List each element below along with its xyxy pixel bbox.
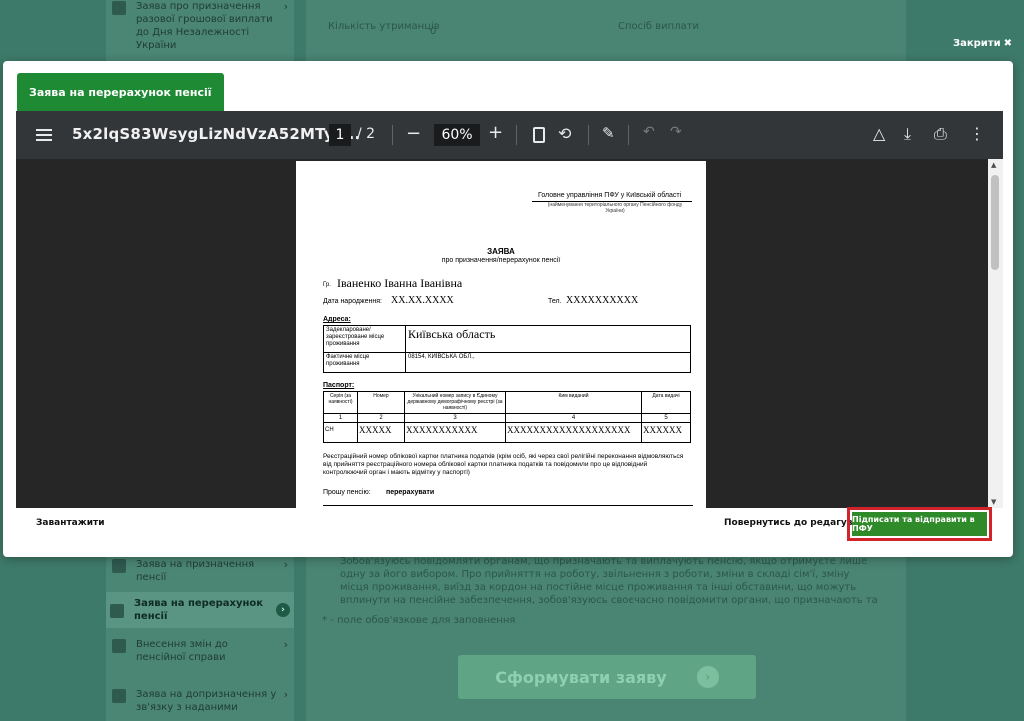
zoom-input[interactable]: 60% <box>434 124 480 146</box>
pdf-viewer: 5x2lqS83WsygLizNdVzA52MTyz... 1 / 2 − 60… <box>16 111 1003 508</box>
form-application-button[interactable]: Сформувати заяву › <box>458 655 756 699</box>
field-count-value: 0 <box>430 26 437 37</box>
toolbar-divider <box>516 125 517 145</box>
citizen-name: Іваненко Іванна Іванівна <box>337 276 463 290</box>
field-count-label: Кількість утриманців <box>328 21 440 32</box>
sidebar-item-additional-assignment[interactable]: Заява на допризначення у зв'язку з надан… <box>112 688 288 714</box>
tab-pension-recalculation[interactable]: Заява на перерахунок пенсії <box>17 73 224 111</box>
passport-table: Серія (за наявності) Номер Унікальний но… <box>323 391 691 443</box>
save-to-drive-icon[interactable]: △ <box>873 124 885 143</box>
sidebar-item-pension-recalculation[interactable]: Заява на перерахунок пенсії › <box>106 592 294 628</box>
viewer-scrollbar[interactable]: ▲ ▼ <box>988 159 1003 508</box>
table-row: СН XXXXX XXXXXXXXXXX XXXXXXXXXXXXXXXXXXX… <box>323 422 691 443</box>
file-name: 5x2lqS83WsygLizNdVzA52MTyz... <box>72 125 361 143</box>
chevron-right-icon: › <box>283 638 288 651</box>
field-method-label: Спосіб виплати <box>618 21 700 32</box>
print-icon[interactable]: ⎙ <box>934 124 947 144</box>
citizen-label: Гр. <box>323 282 331 288</box>
menu-icon[interactable] <box>36 125 52 145</box>
chevron-right-icon: › <box>283 0 288 13</box>
sidebar-item-independence-payment[interactable]: Заява про призначення разової грошової в… <box>112 0 288 52</box>
request-value: перерахувати <box>386 489 435 496</box>
draw-icon[interactable]: ✎ <box>602 124 615 142</box>
required-note: * - поле обов'язкове для заповнення <box>322 615 516 626</box>
address-table: Задекларoване/ зареєстроване місце прожи… <box>323 325 691 373</box>
document-icon <box>112 559 126 573</box>
zoom-in-icon[interactable]: + <box>488 122 503 143</box>
table-row: Задекларoване/ зареєстроване місце прожи… <box>323 325 691 353</box>
table-row: 1 2 3 4 5 <box>323 413 691 423</box>
dob-label: Дата народження: <box>323 298 382 305</box>
tel-value: XXXXXXXXXX <box>566 295 639 306</box>
sidebar-item-pension-assignment[interactable]: Заява на призначення пенсії › <box>112 558 288 584</box>
request-label: Прошу пенсію: <box>323 489 371 496</box>
chevron-right-icon: › <box>283 688 288 701</box>
tel-label: Тел. <box>548 298 562 305</box>
document-icon <box>110 603 124 618</box>
close-modal-button[interactable]: Закрити ✖ <box>953 38 1012 49</box>
pdf-preview-modal: Заява на перерахунок пенсії 5x2lqS83Wsyg… <box>3 61 1013 557</box>
document-title: ЗАЯВА <box>487 247 515 256</box>
undo-icon[interactable]: ↶ <box>643 124 655 140</box>
org-name: Головне управління ПФУ у Київській облас… <box>538 192 682 199</box>
toolbar-divider <box>588 125 589 145</box>
pdf-toolbar: 5x2lqS83WsygLizNdVzA52MTyz... 1 / 2 − 60… <box>16 111 1003 159</box>
rotate-icon[interactable]: ⟲ <box>558 124 571 143</box>
more-options-icon[interactable]: ⋮ <box>969 124 985 143</box>
sign-button-highlight: Підписати та відправити в ПФУ <box>847 507 992 541</box>
consent-text: Зобов'язуюсь повідомляти органам, що при… <box>340 556 878 606</box>
download-icon[interactable]: ⤓ <box>904 124 911 144</box>
toolbar-divider <box>392 125 393 145</box>
fit-page-icon[interactable] <box>533 127 545 143</box>
table-row: Серія (за наявності) Номер Унікальний но… <box>323 391 691 414</box>
sidebar-item-pension-changes[interactable]: Внесення змін до пенсійної справи › <box>112 638 288 664</box>
redo-icon[interactable]: ↷ <box>670 124 682 140</box>
page-total: / 2 <box>357 126 376 142</box>
chevron-right-icon: › <box>283 558 288 571</box>
arrow-right-icon: › <box>696 666 719 688</box>
close-icon: ✖ <box>1003 38 1012 49</box>
download-link[interactable]: Завантажити <box>36 518 105 528</box>
toolbar-divider <box>628 125 629 145</box>
org-subtitle: (найменування територіального органу Пен… <box>547 202 683 214</box>
passport-label: Паспорт: <box>323 382 355 389</box>
scroll-up-icon[interactable]: ▲ <box>991 161 996 169</box>
document-icon <box>112 1 126 15</box>
sign-and-send-button[interactable]: Підписати та відправити в ПФУ <box>852 512 987 536</box>
folder-icon <box>112 639 126 653</box>
scroll-thumb[interactable] <box>991 175 999 270</box>
table-row: Фактичне місце проживання 08154, КИЇВСЬК… <box>323 352 691 373</box>
pdf-page: Головне управління ПФУ у Київській облас… <box>296 161 706 508</box>
table-top-border <box>323 505 693 506</box>
document-subtitle: про призначення/перерахунок пенсії <box>441 257 561 264</box>
dob-value: XX.XX.XXXX <box>391 295 454 306</box>
zoom-out-icon[interactable]: − <box>406 123 421 144</box>
scroll-down-icon[interactable]: ▼ <box>991 498 996 506</box>
folder-icon <box>112 689 126 703</box>
page-number-input[interactable]: 1 <box>329 124 351 146</box>
address-label: Адреса: <box>323 316 351 323</box>
tax-number-paragraph: Реєстраційний номер облікової картки пла… <box>323 453 684 476</box>
chevron-right-icon: › <box>276 603 290 617</box>
